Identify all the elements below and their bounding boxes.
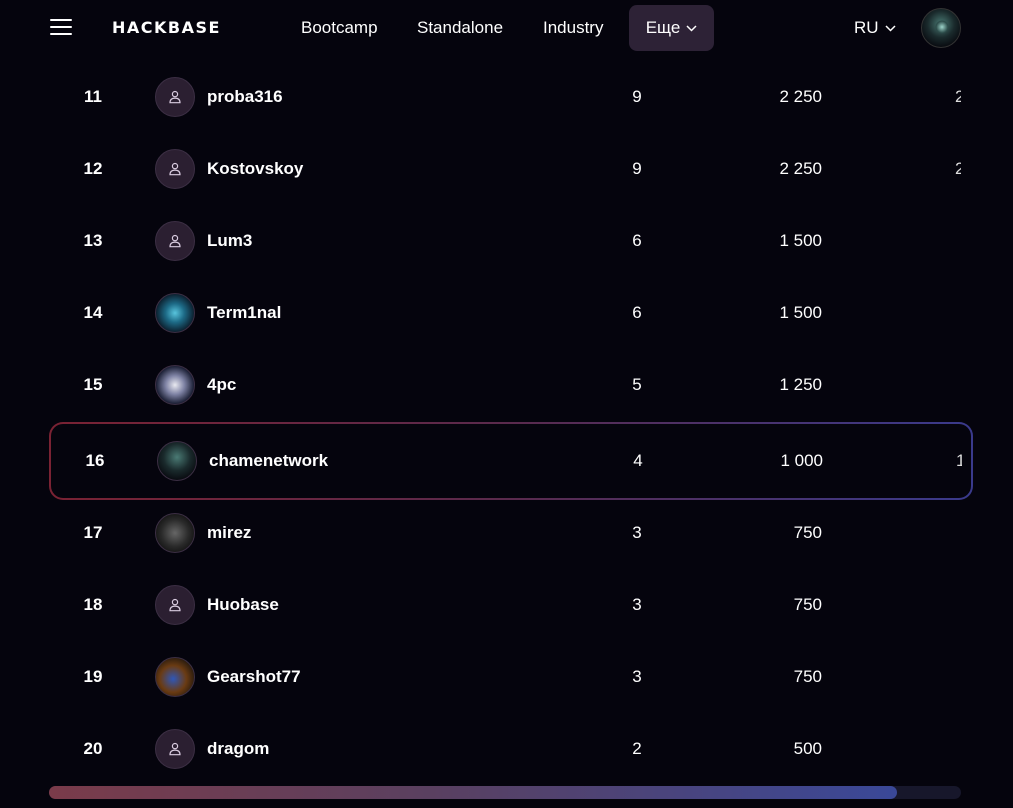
username-link[interactable]: Kostovskoy	[207, 159, 303, 179]
rank-cell: 12	[83, 159, 103, 178]
solved-count-cell: 3	[632, 667, 642, 686]
rank-cell: 11	[84, 87, 102, 106]
site-logo[interactable]: HACKBASE	[112, 18, 221, 37]
user-icon	[169, 234, 181, 248]
user-avatar[interactable]	[921, 8, 961, 48]
username-link[interactable]: Huobase	[207, 595, 279, 615]
username-link[interactable]: chamenetwork	[209, 451, 328, 471]
user-avatar-photo[interactable]	[155, 293, 195, 333]
menu-icon[interactable]	[50, 18, 72, 36]
solved-count-cell: 3	[632, 595, 642, 614]
rank-cell: 16	[85, 451, 105, 470]
user-avatar-photo[interactable]	[157, 441, 197, 481]
leaderboard-row[interactable]: 19 Gearshot77 3 750	[50, 641, 961, 713]
default-avatar[interactable]	[155, 729, 195, 769]
points-cell: 750	[793, 595, 822, 614]
points-cell: 750	[793, 667, 822, 686]
nav-industry[interactable]: Industry	[543, 18, 603, 38]
nav-more-button[interactable]: Еще	[629, 5, 714, 51]
username-link[interactable]: mirez	[207, 523, 251, 543]
user-icon	[169, 598, 181, 612]
clipped-column-cell: 2	[955, 159, 961, 178]
horizontal-scrollbar[interactable]	[49, 786, 961, 799]
username-link[interactable]: Gearshot77	[207, 667, 301, 687]
clipped-column-cell: 1	[956, 451, 962, 470]
rank-cell: 18	[83, 595, 103, 614]
solved-count-cell: 6	[632, 231, 642, 250]
leaderboard-row[interactable]: 17 mirez 3 750	[50, 497, 961, 569]
solved-count-cell: 2	[632, 739, 642, 758]
points-cell: 1 500	[779, 303, 822, 322]
scrollbar-thumb[interactable]	[49, 786, 898, 799]
solved-count-cell: 9	[632, 159, 642, 178]
username-link[interactable]: dragom	[207, 739, 269, 759]
points-cell: 750	[793, 523, 822, 542]
solved-count-cell: 3	[632, 523, 642, 542]
leaderboard-row[interactable]: 12 Kostovskoy 9 2 250 2	[50, 133, 961, 205]
solved-count-cell: 4	[633, 451, 643, 470]
leaderboard-row[interactable]: 18 Huobase 3 750	[50, 569, 961, 641]
points-cell: 2 250	[779, 87, 822, 106]
user-icon	[169, 162, 181, 176]
user-avatar-photo[interactable]	[155, 513, 195, 553]
username-link[interactable]: Lum3	[207, 231, 252, 251]
leaderboard-row[interactable]: 15 4pc 5 1 250	[50, 349, 961, 421]
chevron-down-icon	[686, 24, 697, 32]
nav-more-label: Еще	[645, 18, 681, 37]
leaderboard-row[interactable]: 13 Lum3 6 1 500	[50, 205, 961, 277]
language-label: RU	[854, 18, 879, 37]
leaderboard-row-current-user[interactable]: 16 chamenetwork 4 1 000 1	[49, 422, 973, 500]
default-avatar[interactable]	[155, 221, 195, 261]
nav-bootcamp[interactable]: Bootcamp	[301, 18, 378, 38]
username-link[interactable]: Term1nal	[207, 303, 281, 323]
leaderboard-row[interactable]: 14 Term1nal 6 1 500	[50, 277, 961, 349]
top-navbar: HACKBASE Bootcamp Standalone Industry Ещ…	[0, 0, 1013, 56]
language-selector[interactable]: RU	[854, 18, 896, 38]
rank-cell: 17	[83, 523, 103, 542]
leaderboard-row[interactable]: 20 dragom 2 500	[50, 713, 961, 785]
user-icon	[169, 742, 181, 756]
default-avatar[interactable]	[155, 585, 195, 625]
nav-standalone[interactable]: Standalone	[417, 18, 503, 38]
points-cell: 500	[793, 739, 822, 758]
solved-count-cell: 5	[632, 375, 642, 394]
points-cell: 1 000	[780, 451, 823, 470]
user-icon	[169, 90, 181, 104]
rank-cell: 19	[83, 667, 103, 686]
default-avatar[interactable]	[155, 77, 195, 117]
user-avatar-photo[interactable]	[155, 657, 195, 697]
rank-cell: 13	[83, 231, 103, 250]
rank-cell: 15	[83, 375, 103, 394]
user-avatar-photo[interactable]	[155, 365, 195, 405]
solved-count-cell: 9	[632, 87, 642, 106]
points-cell: 1 500	[779, 231, 822, 250]
points-cell: 1 250	[779, 375, 822, 394]
default-avatar[interactable]	[155, 149, 195, 189]
points-cell: 2 250	[779, 159, 822, 178]
rank-cell: 14	[83, 303, 103, 322]
leaderboard-row[interactable]: 11 proba316 9 2 250 2	[50, 61, 961, 133]
clipped-column-cell: 2	[955, 87, 961, 106]
solved-count-cell: 6	[632, 303, 642, 322]
username-link[interactable]: 4pc	[207, 375, 236, 395]
chevron-down-icon	[885, 24, 896, 32]
rank-cell: 20	[83, 739, 103, 758]
username-link[interactable]: proba316	[207, 87, 283, 107]
